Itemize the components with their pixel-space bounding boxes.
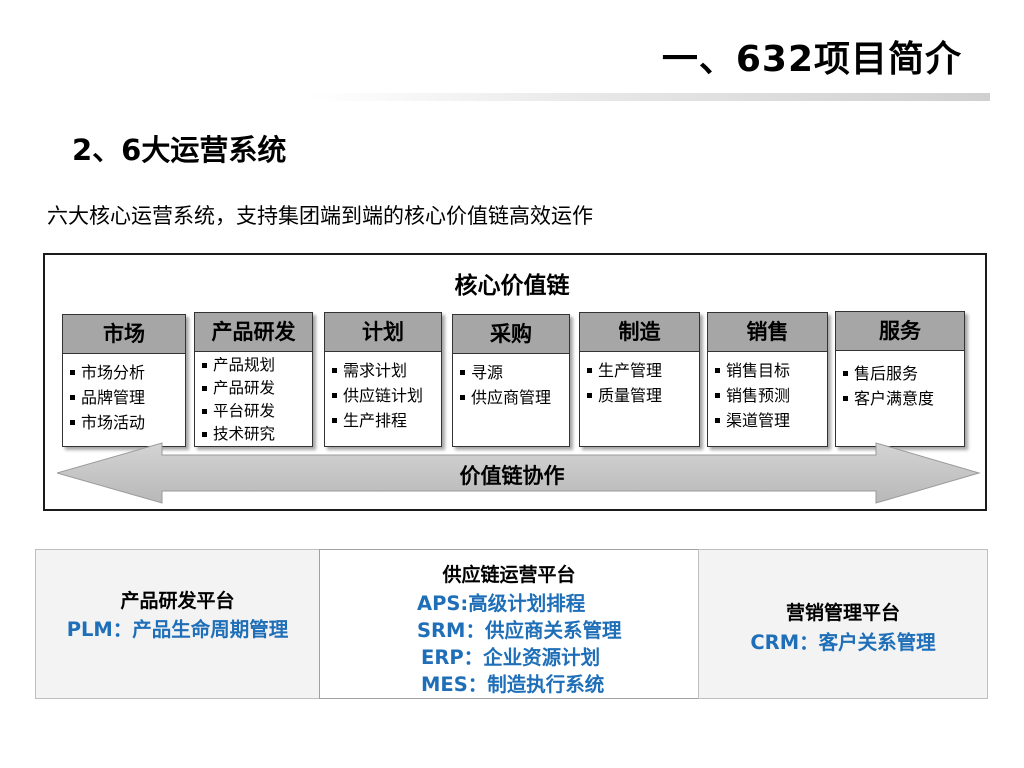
column-item: 客户满意度	[842, 386, 960, 411]
column-item: 市场分析	[69, 360, 181, 385]
column-header: 产品研发	[195, 313, 312, 352]
column-item: 需求计划	[331, 358, 437, 383]
platform-system: ERP：企业资源计划	[421, 646, 601, 669]
column-item: 产品研发	[201, 377, 308, 400]
column-item-list: 售后服务 客户满意度	[836, 351, 964, 411]
platform-plm-box: 产品研发平台 PLM：产品生命周期管理	[35, 549, 320, 699]
arrow-label: 价值链协作	[459, 464, 565, 488]
platform-system: PLM：产品生命周期管理	[66, 618, 289, 641]
chain-column-procurement: 采购 寻源 供应商管理	[452, 314, 570, 447]
section-heading: 2、6大运营系统	[72, 133, 287, 167]
column-item: 供应链计划	[331, 383, 437, 408]
column-item-list: 市场分析 品牌管理 市场活动	[63, 354, 185, 435]
column-header: 市场	[63, 315, 185, 354]
column-header: 服务	[836, 312, 964, 351]
page-title: 一、632项目简介	[661, 39, 962, 80]
column-item: 售后服务	[842, 361, 960, 386]
title-underline-bar	[310, 93, 990, 101]
column-item: 产品规划	[201, 354, 308, 377]
chain-column-rnd: 产品研发 产品规划 产品研发 平台研发 技术研究	[194, 312, 313, 447]
chain-column-manufacturing: 制造 生产管理 质量管理	[579, 312, 700, 447]
column-item: 供应商管理	[459, 385, 565, 410]
platform-name: 产品研发平台	[120, 590, 235, 612]
platform-scm-box: 供应链运营平台 APS:高级计划排程 SRM：供应商关系管理 ERP：企业资源计…	[319, 549, 699, 699]
platform-system: CRM：客户关系管理	[750, 631, 936, 654]
platform-system: SRM：供应商关系管理	[417, 619, 622, 642]
column-item: 品牌管理	[69, 385, 181, 410]
platform-name: 营销管理平台	[785, 602, 900, 624]
column-item: 质量管理	[586, 383, 695, 408]
column-item-list: 生产管理 质量管理	[580, 352, 699, 408]
column-item-list: 需求计划 供应链计划 生产排程	[325, 352, 441, 433]
column-item: 渠道管理	[714, 408, 823, 433]
intro-text: 六大核心运营系统，支持集团端到端的核心价值链高效运作	[47, 204, 593, 228]
column-item: 生产管理	[586, 358, 695, 383]
chain-column-planning: 计划 需求计划 供应链计划 生产排程	[324, 312, 442, 447]
column-header: 制造	[580, 313, 699, 352]
value-chain-title: 核心价值链	[454, 273, 570, 299]
column-item: 销售目标	[714, 358, 823, 383]
column-item: 销售预测	[714, 383, 823, 408]
column-item: 市场活动	[69, 410, 181, 435]
chain-column-sales: 销售 销售目标 销售预测 渠道管理	[707, 312, 828, 447]
column-header: 计划	[325, 313, 441, 352]
chain-column-service: 服务 售后服务 客户满意度	[835, 311, 965, 447]
column-item: 平台研发	[201, 400, 308, 423]
column-item-list: 寻源 供应商管理	[453, 354, 569, 410]
column-item: 生产排程	[331, 408, 437, 433]
platform-system: MES：制造执行系统	[421, 673, 605, 696]
column-header: 销售	[708, 313, 827, 352]
column-item-list: 产品规划 产品研发 平台研发 技术研究	[195, 352, 312, 446]
chain-column-market: 市场 市场分析 品牌管理 市场活动	[62, 314, 186, 447]
column-item: 寻源	[459, 360, 565, 385]
column-header: 采购	[453, 315, 569, 354]
platform-crm-box: 营销管理平台 CRM：客户关系管理	[698, 549, 988, 699]
platform-name: 供应链运营平台	[442, 564, 576, 586]
platform-system: APS:高级计划排程	[417, 592, 586, 615]
column-item-list: 销售目标 销售预测 渠道管理	[708, 352, 827, 433]
